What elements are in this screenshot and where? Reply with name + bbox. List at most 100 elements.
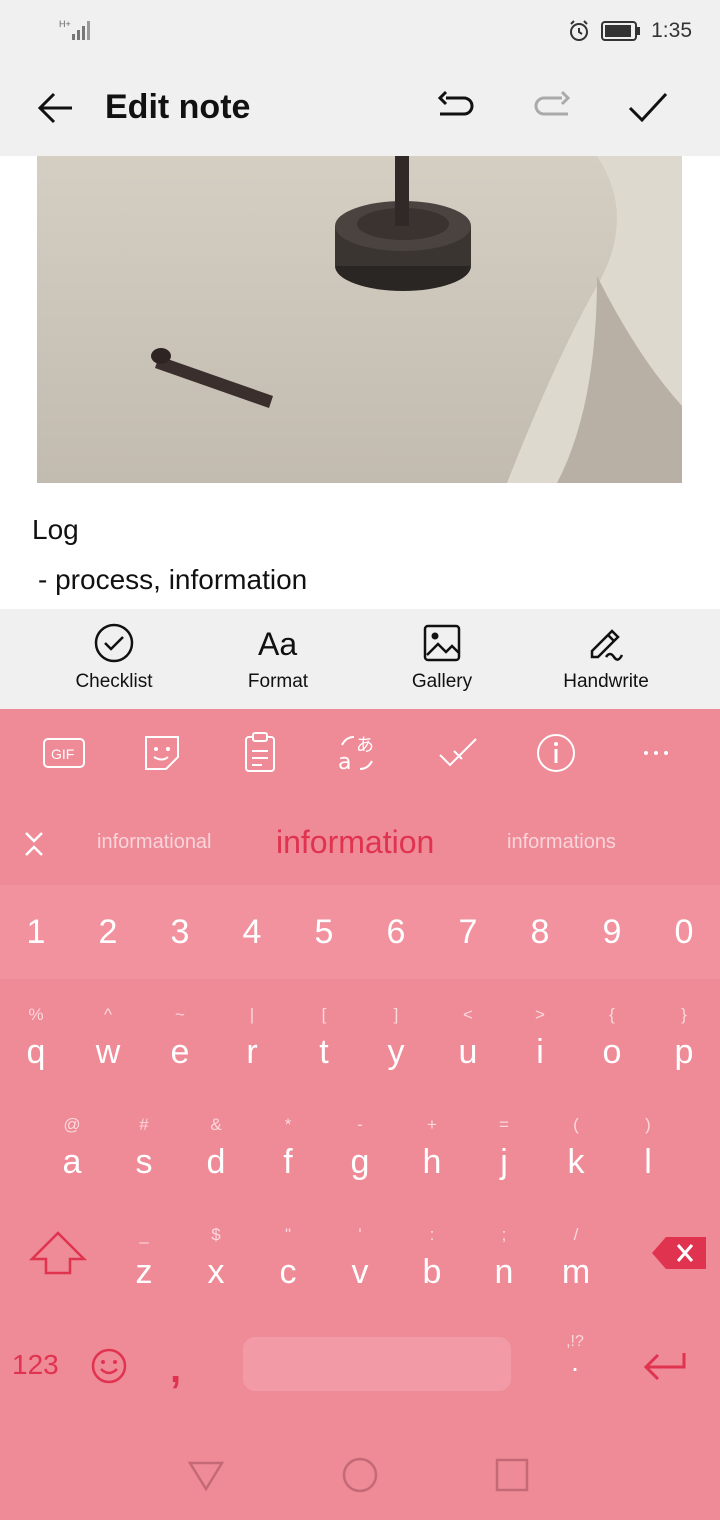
handwrite-button[interactable]: Handwrite <box>526 621 686 707</box>
letter-key[interactable]: {o <box>576 999 648 1099</box>
key-char: g <box>350 1143 370 1181</box>
letter-key[interactable]: ] y <box>360 999 432 1099</box>
shift-icon <box>28 1231 88 1275</box>
letter-key[interactable]: + h <box>396 1109 468 1209</box>
suggestion-right[interactable]: informations <box>507 799 616 885</box>
nav-recents-icon[interactable] <box>492 1455 532 1495</box>
period-key[interactable]: ,!? . <box>555 1333 595 1377</box>
number-key[interactable]: 1 <box>0 885 72 979</box>
key-alt-char: * <box>284 1115 292 1134</box>
number-key[interactable]: 5 <box>288 885 360 979</box>
letter-key[interactable]: ^ w <box>72 999 144 1099</box>
key-alt-char: $ <box>211 1225 221 1244</box>
note-tools-bar: Checklist Aa Format Gallery Handwrite <box>0 609 720 709</box>
number-key[interactable]: 8 <box>504 885 576 979</box>
letter-key[interactable]: ~ e <box>144 999 216 1099</box>
letter-key[interactable]: * f <box>252 1109 324 1209</box>
more-icon[interactable] <box>634 731 678 775</box>
number-key[interactable]: 6 <box>360 885 432 979</box>
letter-key[interactable]: (k <box>540 1109 612 1209</box>
letter-key[interactable]: % q <box>0 999 72 1099</box>
emoji-icon[interactable] <box>88 1345 130 1387</box>
redo-icon[interactable] <box>528 84 576 132</box>
letter-key[interactable]: ) l <box>612 1109 684 1209</box>
number-key[interactable]: 0 <box>648 885 720 979</box>
number-key[interactable]: 7 <box>432 885 504 979</box>
clipboard-icon[interactable] <box>238 731 282 775</box>
translate-icon[interactable]: a あ <box>336 731 380 775</box>
letter-key[interactable]: ; n <box>468 1219 540 1319</box>
comma-key[interactable]: , <box>170 1347 181 1392</box>
letter-key[interactable]: / m <box>540 1219 612 1319</box>
checklist-button[interactable]: Checklist <box>34 621 194 707</box>
key-alt-char: _ <box>139 1225 149 1244</box>
letter-key[interactable]: :b <box>396 1219 468 1319</box>
key-char: w <box>95 1033 121 1071</box>
suggestion-center[interactable]: information <box>276 799 434 885</box>
key-alt-char: ] <box>393 1005 399 1024</box>
note-title[interactable]: Log <box>32 514 79 546</box>
collapse-keyboard-icon[interactable] <box>20 829 48 859</box>
key-alt-char: ^ <box>104 1005 112 1024</box>
gallery-label: Gallery <box>411 671 473 692</box>
letter-key[interactable]: & d <box>180 1109 252 1209</box>
key-alt-char: @ <box>63 1115 81 1134</box>
key-alt-char: < <box>463 1005 473 1024</box>
letter-key[interactable]: | r <box>216 999 288 1099</box>
letter-key[interactable]: $ x <box>180 1219 252 1319</box>
spellcheck-icon[interactable] <box>436 731 480 775</box>
key-alt-char: ; <box>501 1225 507 1244</box>
key-char: s <box>135 1143 153 1181</box>
letter-key[interactable]: # s <box>108 1109 180 1209</box>
key-alt-char: | <box>249 1005 255 1024</box>
note-body-line[interactable]: - process, information <box>38 564 307 596</box>
number-key[interactable]: 3 <box>144 885 216 979</box>
letter-key[interactable]: < u <box>432 999 504 1099</box>
space-bar[interactable] <box>243 1337 511 1391</box>
gif-icon[interactable]: GIF <box>42 731 86 775</box>
letter-key[interactable]: [t <box>288 999 360 1099</box>
shift-key[interactable] <box>18 1223 98 1283</box>
format-button[interactable]: Aa Format <box>198 621 358 707</box>
letter-key[interactable]: > i <box>504 999 576 1099</box>
undo-icon[interactable] <box>432 84 480 132</box>
letter-key[interactable]: @ a <box>36 1109 108 1209</box>
note-photo[interactable] <box>37 156 682 483</box>
gallery-button[interactable]: Gallery <box>362 621 522 707</box>
letter-key[interactable]: _ z <box>108 1219 180 1319</box>
backspace-key[interactable] <box>636 1223 716 1283</box>
info-icon[interactable] <box>534 731 578 775</box>
symbols-mode-key[interactable]: 123 <box>12 1349 59 1381</box>
key-alt-char: " <box>284 1225 292 1244</box>
svg-text:H+: H+ <box>59 19 71 29</box>
key-char: c <box>279 1253 297 1291</box>
letter-key[interactable]: = j <box>468 1109 540 1209</box>
number-key[interactable]: 2 <box>72 885 144 979</box>
key-alt-char: } <box>681 1005 687 1024</box>
alarm-icon <box>570 20 589 41</box>
letter-key[interactable]: " c <box>252 1219 324 1319</box>
key-alt-char: # <box>139 1115 149 1134</box>
letter-key[interactable]: } p <box>648 999 720 1099</box>
sticker-icon[interactable] <box>140 731 184 775</box>
period-key-label: . <box>571 1346 579 1377</box>
back-arrow-icon[interactable] <box>32 84 80 132</box>
check-icon[interactable] <box>624 84 672 132</box>
key-char: u <box>458 1033 478 1071</box>
key-alt-char: > <box>535 1005 545 1024</box>
number-key[interactable]: 4 <box>216 885 288 979</box>
letter-key[interactable]: ' v <box>324 1219 396 1319</box>
key-alt-char: + <box>427 1115 437 1134</box>
keyboard-toolbar: GIF a あ <box>0 709 720 799</box>
nav-back-icon[interactable] <box>186 1455 226 1495</box>
suggestion-left[interactable]: informational <box>97 799 212 885</box>
nav-home-icon[interactable] <box>340 1455 380 1495</box>
key-char: j <box>500 1143 508 1181</box>
handwrite-icon <box>590 629 624 661</box>
enter-icon[interactable] <box>640 1347 690 1387</box>
key-char: i <box>536 1033 544 1071</box>
key-char: t <box>319 1033 329 1071</box>
key-alt-char: ( <box>573 1115 579 1134</box>
letter-key[interactable]: -g <box>324 1109 396 1209</box>
number-key[interactable]: 9 <box>576 885 648 979</box>
